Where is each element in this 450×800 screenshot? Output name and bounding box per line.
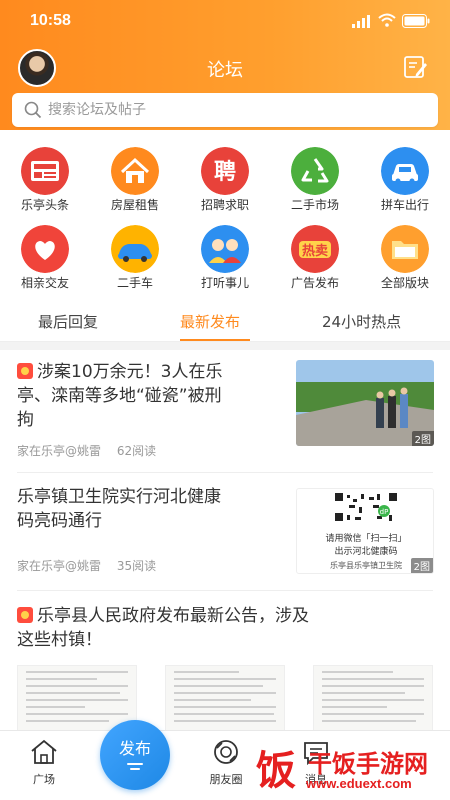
- svg-text:热卖: 热卖: [302, 243, 328, 259]
- category-used-car[interactable]: 二手车: [90, 220, 180, 290]
- nav-moments[interactable]: 朋友圈: [196, 739, 256, 787]
- category-dating[interactable]: 相亲交友: [0, 220, 90, 290]
- top-badge-icon: [17, 363, 33, 379]
- post-title-line: 乐亭县人民政府发布最新公告，涉及: [37, 606, 309, 626]
- svg-text:聘: 聘: [214, 160, 236, 185]
- tab-latest-post[interactable]: 最新发布: [180, 311, 240, 332]
- news-icon: [21, 147, 69, 195]
- watermark-logo: 饭: [256, 748, 296, 794]
- category-carpool[interactable]: 拼车出行: [360, 142, 450, 212]
- post-title: 乐亭县人民政府发布最新公告，涉及 这些村镇！: [17, 604, 437, 652]
- post-title-line: 涉案10万余元！3人在乐: [37, 362, 223, 382]
- top-badge-icon: [17, 607, 33, 623]
- watermark-url: www.eduext.com: [306, 776, 412, 791]
- category-label: 二手市场: [290, 198, 339, 212]
- post-reads: 35阅读: [116, 559, 157, 573]
- post-title-line: 乐亭镇卫生院实行河北健康: [17, 487, 221, 507]
- category-label: 全部版块: [380, 276, 429, 290]
- post-reads: 62阅读: [116, 444, 157, 458]
- category-label: 打听事儿: [200, 276, 249, 290]
- status-bar: 10:58: [0, 0, 450, 44]
- category-secondhand[interactable]: 二手市场: [270, 142, 360, 212]
- recruit-icon: 聘: [201, 147, 249, 195]
- tab-24h-hot[interactable]: 24小时热点: [322, 311, 401, 332]
- post-title: 涉案10万余元！3人在乐 亭、滦南等多地“碰瓷”被刑 拘: [17, 360, 287, 432]
- edit-icon[interactable]: [402, 54, 428, 80]
- category-ads[interactable]: 热卖 广告发布: [270, 220, 360, 290]
- post-author: 家在乐亭@姚雷: [17, 559, 102, 573]
- wifi-icon: [378, 13, 396, 27]
- post-title: 乐亭镇卫生院实行河北健康 码亮码通行: [17, 485, 287, 533]
- category-label: 相亲交友: [20, 276, 69, 290]
- section-divider: [0, 342, 450, 350]
- category-label: 拼车出行: [380, 198, 429, 212]
- post-title-line: 这些村镇！: [17, 630, 102, 650]
- publish-button[interactable]: 发布: [100, 720, 170, 790]
- category-label: 房屋租售: [110, 198, 159, 212]
- tab-latest-reply[interactable]: 最后回复: [38, 311, 98, 332]
- folder-icon: [381, 225, 429, 273]
- post-thumbnail[interactable]: dP 请用微信「扫一扫」 出示河北健康码 乐亭县乐亭镇卫生院 2图: [296, 488, 434, 574]
- category-housing[interactable]: 房屋租售: [90, 142, 180, 212]
- svg-text:dP: dP: [380, 508, 389, 516]
- battery-icon: [402, 14, 430, 28]
- search-icon: [24, 101, 42, 119]
- camera-icon: [214, 740, 238, 764]
- qr-caption-line: 请用微信「扫一扫」: [325, 534, 407, 544]
- category-label: 二手车: [116, 276, 153, 290]
- image-count-badge: 2图: [411, 431, 434, 446]
- signal-icon: [352, 15, 370, 28]
- category-label: 乐亭头条: [20, 198, 69, 212]
- page-title: 论坛: [207, 60, 243, 81]
- feed-tabs: 最后回复 最新发布 24小时热点: [0, 300, 450, 342]
- post-meta: 家在乐亭@姚雷 62阅读: [17, 442, 168, 459]
- category-inquiry[interactable]: 打听事儿: [180, 220, 270, 290]
- publish-icon-line: [130, 768, 140, 770]
- app-header: 10:58 论坛: [0, 0, 450, 130]
- recycle-icon: [291, 147, 339, 195]
- document-thumbnail[interactable]: [313, 665, 433, 731]
- nav-label: 朋友圈: [209, 773, 243, 786]
- post-title-line: 码亮码通行: [17, 511, 102, 531]
- publish-label: 发布: [118, 739, 151, 758]
- post-title-line: 亭、滦南等多地“碰瓷”被刑: [17, 386, 222, 406]
- carpool-icon: [381, 147, 429, 195]
- category-all[interactable]: 全部版块: [360, 220, 450, 290]
- nav-label: 广场: [33, 773, 55, 786]
- used-car-icon: [111, 225, 159, 273]
- post-item[interactable]: 涉案10万余元！3人在乐 亭、滦南等多地“碰瓷”被刑 拘 家在乐亭@姚雷 62阅…: [0, 350, 450, 472]
- document-thumbnail[interactable]: [165, 665, 285, 731]
- image-count-badge: 2图: [410, 558, 433, 573]
- category-recruit[interactable]: 聘 招聘求职: [180, 142, 270, 212]
- category-news[interactable]: 乐亭头条: [0, 142, 90, 212]
- post-meta: 家在乐亭@姚雷 35阅读: [17, 557, 168, 574]
- post-thumbnail[interactable]: 2图: [296, 360, 434, 446]
- category-label: 广告发布: [290, 276, 339, 290]
- heart-icon: [21, 225, 69, 273]
- hot-sale-icon: 热卖: [291, 225, 339, 273]
- post-title-line: 拘: [17, 410, 34, 430]
- category-label: 招聘求职: [200, 198, 249, 212]
- post-author: 家在乐亭@姚雷: [17, 444, 102, 458]
- search-input[interactable]: [48, 93, 428, 127]
- publish-icon: [127, 763, 143, 765]
- post-item[interactable]: 乐亭镇卫生院实行河北健康 码亮码通行 家在乐亭@姚雷 35阅读 dP 请用微信「…: [0, 473, 450, 590]
- search-bar[interactable]: [12, 93, 438, 127]
- people-icon: [201, 225, 249, 273]
- site-watermark: 饭 干饭手游网 www.eduext.com: [250, 738, 450, 800]
- active-tab-indicator: [180, 339, 250, 341]
- home-icon: [31, 739, 57, 764]
- nav-plaza[interactable]: 广场: [14, 739, 74, 787]
- house-icon: [111, 147, 159, 195]
- status-time: 10:58: [30, 12, 71, 29]
- watermark-name: 干饭手游网: [308, 750, 428, 778]
- document-thumbnail[interactable]: [17, 665, 137, 731]
